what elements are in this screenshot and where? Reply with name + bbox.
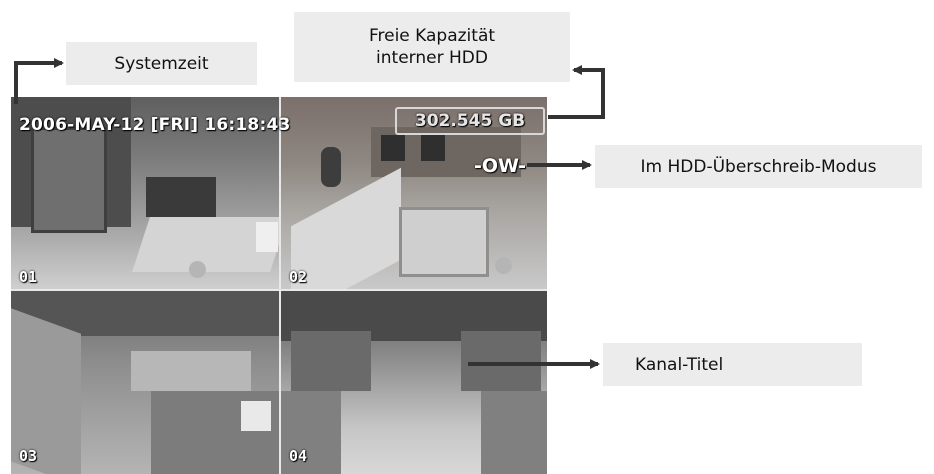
label-hdd-ueberschreib-modus: Im HDD-Überschreib-Modus: [595, 145, 922, 188]
scene-chair: [381, 135, 405, 161]
label-freie-kapazitaet: Freie Kapazität interner HDD: [294, 12, 570, 82]
channel-title-3: 03: [19, 447, 38, 465]
channel-title-1: 01: [19, 268, 38, 286]
scene-cubicles-right: [461, 331, 541, 391]
label-freie-line2: interner HDD: [376, 48, 488, 68]
grid-divider-horizontal: [11, 289, 547, 291]
label-freie-line1: Freie Kapazität: [368, 26, 496, 46]
scene-cubicles-left: [291, 331, 371, 391]
status-dot: [495, 257, 512, 274]
camera-view-4: [281, 291, 547, 474]
scene-plant: [321, 147, 341, 187]
label-systemzeit: Systemzeit: [66, 42, 257, 85]
scene-chair: [421, 135, 445, 161]
osd-system-time: 2006-MAY-12 [FRI] 16:18:43: [19, 115, 291, 135]
scene-partition: [291, 167, 401, 289]
channel-title-4: 04: [289, 447, 308, 465]
scene-door-frame: [31, 127, 107, 233]
scene-monitor: [256, 222, 278, 252]
scene-books: [241, 401, 271, 431]
osd-hdd-free-capacity: 302.545 GB: [395, 107, 545, 135]
label-hdd-modus-text: Im HDD-Überschreib-Modus: [640, 156, 877, 177]
camera-view-3: [11, 291, 279, 474]
label-kanal-text: Kanal-Titel: [635, 354, 724, 375]
scene-cubicle-front-right: [481, 391, 547, 474]
label-kanal-titel: Kanal-Titel: [603, 343, 862, 386]
scene-chair: [146, 177, 216, 217]
osd-overwrite-indicator: -OW-: [474, 155, 527, 177]
status-dot: [189, 261, 206, 278]
label-systemzeit-text: Systemzeit: [114, 53, 209, 74]
dvr-monitor-screen: 2006-MAY-12 [FRI] 16:18:43 302.545 GB -O…: [11, 97, 547, 474]
scene-glass-door: [399, 207, 489, 277]
scene-desks: [131, 351, 251, 391]
grid-divider-vertical: [279, 97, 281, 474]
channel-title-2: 02: [289, 268, 308, 286]
